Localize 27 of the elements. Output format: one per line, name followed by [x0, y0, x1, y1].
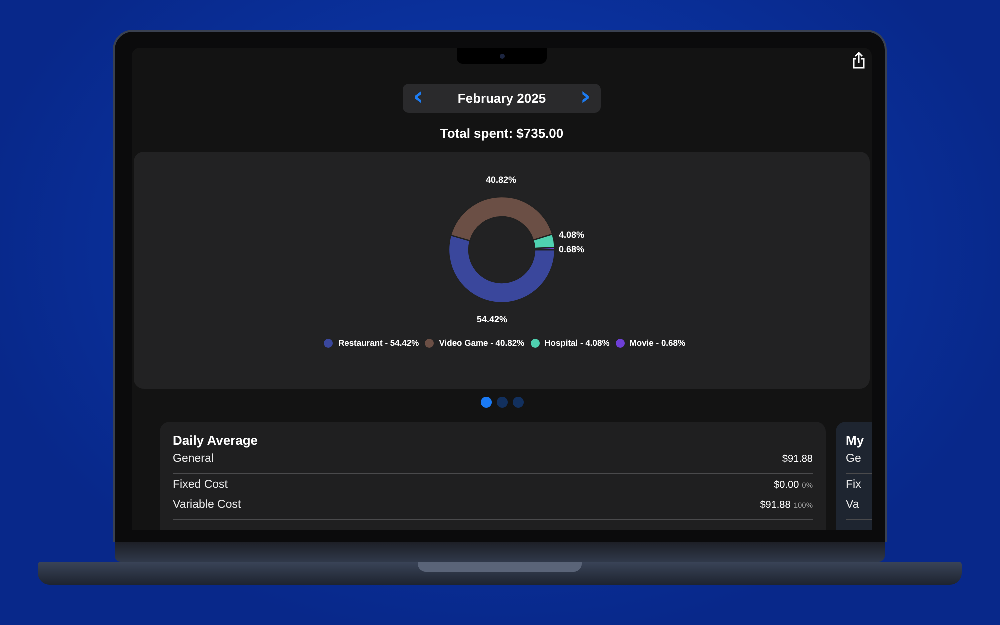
page-indicator-dot[interactable] — [480, 397, 492, 408]
row-label: Fixed Cost — [173, 479, 229, 491]
page-indicator-dot[interactable] — [512, 397, 524, 408]
row-label: Va — [846, 499, 860, 511]
row-value: $91.88 — [760, 500, 791, 511]
share-icon[interactable] — [852, 52, 866, 69]
card-title: My — [846, 433, 866, 448]
page-indicator-dot[interactable] — [496, 397, 508, 408]
row-label: Fix — [846, 479, 862, 491]
row-value: $91.88 — [782, 454, 813, 465]
row-label: General — [173, 453, 215, 465]
card-title: Daily Average — [173, 433, 260, 448]
slice-label: 0.68% — [559, 244, 585, 254]
total-spent: Total spent: $735.00 — [439, 126, 565, 141]
slice-label: 4.08% — [559, 230, 585, 240]
legend-label: Restaurant - 54.42% — [338, 338, 420, 348]
slice-label: 40.82% — [486, 175, 517, 185]
next-month-button[interactable]: › — [576, 84, 595, 114]
month-label: February 2025 — [458, 91, 546, 106]
legend-label: Movie - 0.68% — [630, 338, 686, 348]
legend-label: Video Game - 40.82% — [439, 338, 525, 348]
row-value: $0.00 — [774, 480, 800, 491]
legend-label: Hospital - 4.08% — [544, 338, 610, 348]
row-label: Ge — [846, 453, 862, 465]
row-label: Variable Cost — [173, 499, 242, 511]
previous-month-button[interactable]: ‹ — [409, 84, 428, 114]
slice-label: 54.42% — [477, 314, 508, 324]
